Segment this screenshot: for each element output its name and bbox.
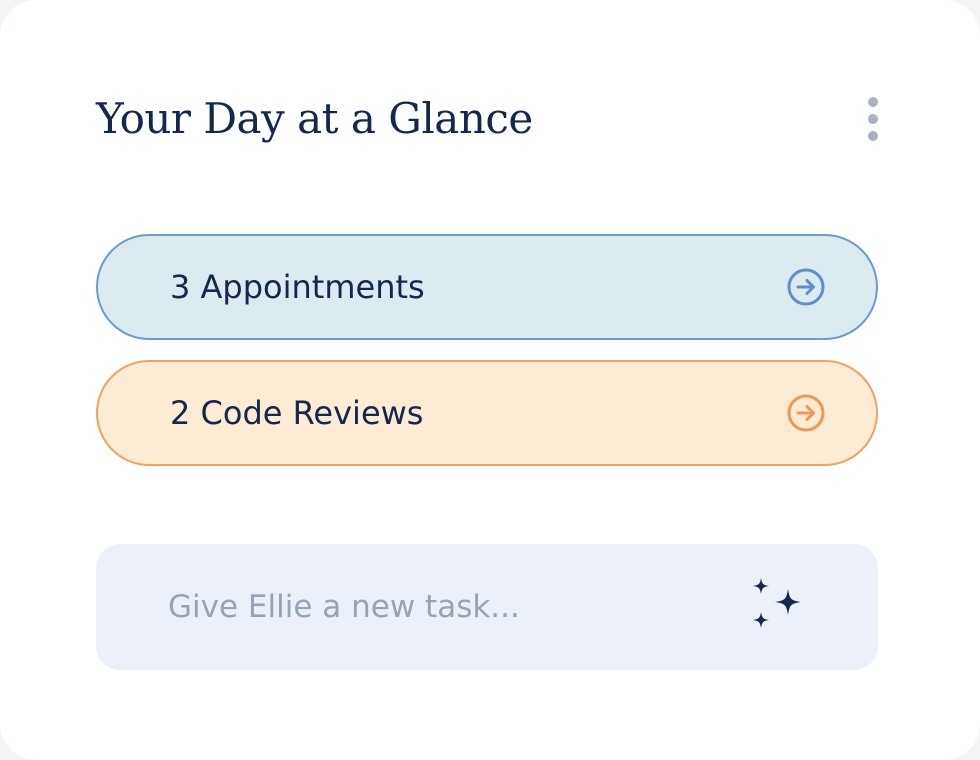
code-reviews-summary-label: 2 Code Reviews [170,394,424,432]
arrow-right-circle-icon [787,394,825,432]
day-glance-card: Your Day at a Glance 3 Appointments 2 Co… [0,0,980,760]
sparkles-icon[interactable] [746,576,808,638]
card-title: Your Day at a Glance [96,94,533,143]
more-options-button[interactable] [856,90,890,148]
arrow-right-circle-icon [787,268,825,306]
appointments-summary-label: 3 Appointments [170,268,425,306]
code-reviews-summary-button[interactable]: 2 Code Reviews [96,360,878,466]
new-task-composer [96,544,878,670]
new-task-input[interactable] [168,582,688,632]
appointments-summary-button[interactable]: 3 Appointments [96,234,878,340]
more-vertical-icon [868,97,878,107]
